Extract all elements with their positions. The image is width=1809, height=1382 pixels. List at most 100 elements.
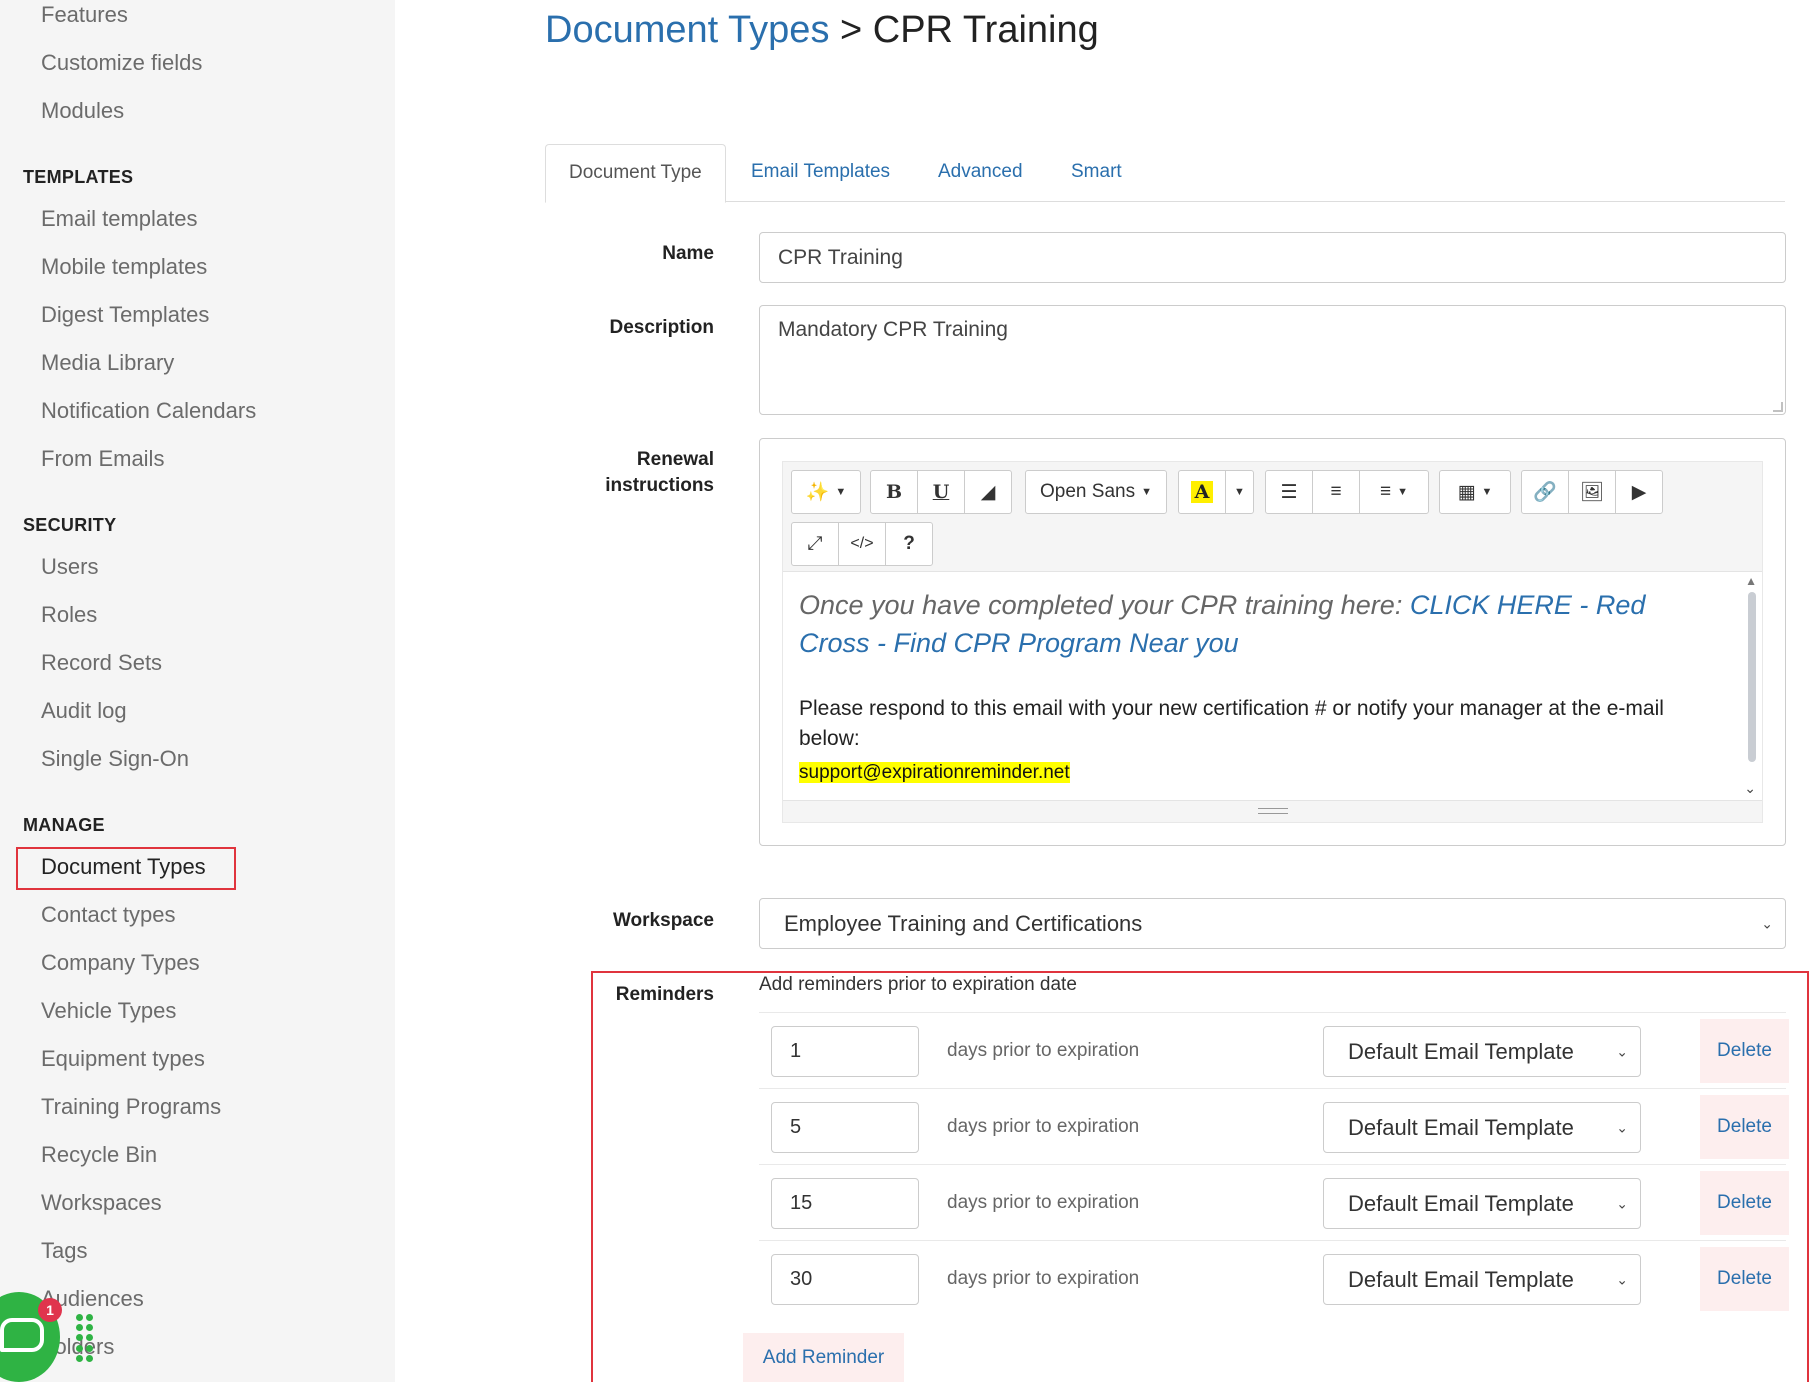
scroll-down-icon[interactable]: ⌄ [1744, 780, 1756, 797]
highlight-color-icon: A [1190, 481, 1214, 503]
sidebar-item-record-sets[interactable]: Record Sets [41, 649, 162, 677]
name-input[interactable]: CPR Training [759, 232, 1786, 283]
sidebar-item-media-library[interactable]: Media Library [41, 349, 174, 377]
sidebar-item-mobile-templates[interactable]: Mobile templates [41, 253, 207, 281]
bullet-list-icon: ☰ [1280, 481, 1298, 503]
description-textarea[interactable]: Mandatory CPR Training [759, 305, 1786, 415]
reminder-days-text-2: days prior to expiration [947, 1116, 1140, 1137]
sidebar-item-modules[interactable]: Modules [41, 97, 124, 125]
code-view-button[interactable]: </> [838, 522, 886, 566]
sidebar-item-training-programs[interactable]: Training Programs [41, 1093, 221, 1121]
sidebar-item-features[interactable]: Features [41, 1, 128, 29]
chat-bubble-icon [0, 1318, 44, 1352]
resize-handle-icon[interactable] [1773, 402, 1783, 412]
font-family-value: Open Sans [1040, 481, 1136, 502]
sidebar-item-notification-calendars[interactable]: Notification Calendars [41, 397, 256, 425]
rich-text-editor: ✨ ▼ B U ◢ Open Sans ▼ A ▼ ☰ ≡ ≡ ▼ ▦ ▼ 🔗 … [782, 461, 1763, 823]
sidebar-item-from-emails[interactable]: From Emails [41, 445, 164, 473]
sidebar-item-vehicle-types[interactable]: Vehicle Types [41, 997, 176, 1025]
sidebar-item-roles[interactable]: Roles [41, 601, 97, 629]
reminder-divider [759, 1012, 1786, 1013]
sidebar-item-company-types[interactable]: Company Types [41, 949, 200, 977]
reminder-days-input-4[interactable]: 30 [771, 1254, 919, 1305]
sidebar-item-digest-templates[interactable]: Digest Templates [41, 301, 209, 329]
reminder-delete-button-2[interactable]: Delete [1700, 1095, 1789, 1159]
reminder-template-select-1[interactable]: Default Email Template ⌄ [1323, 1026, 1641, 1077]
sidebar-item-document-types[interactable]: Document Types [41, 853, 206, 881]
reminder-template-value-3: Default Email Template [1348, 1190, 1574, 1216]
reminder-delete-button-3[interactable]: Delete [1700, 1171, 1789, 1235]
reminder-delete-button-4[interactable]: Delete [1700, 1247, 1789, 1311]
tab-email-templates[interactable]: Email Templates [751, 144, 890, 202]
sidebar-item-users[interactable]: Users [41, 553, 98, 581]
reminder-days-input-3[interactable]: 15 [771, 1178, 919, 1229]
table-dropdown-button[interactable]: ▦ ▼ [1439, 470, 1511, 514]
chevron-down-icon: ⌄ [1616, 1195, 1628, 1211]
resize-handle-icon [1258, 808, 1288, 814]
reminder-days-input-2[interactable]: 5 [771, 1102, 919, 1153]
code-icon: </> [850, 535, 874, 552]
renewal-label: Renewal instructions [514, 447, 714, 499]
sidebar-item-recycle-bin[interactable]: Recycle Bin [41, 1141, 157, 1169]
sidebar-item-single-sign-on[interactable]: Single Sign-On [41, 745, 189, 773]
sidebar-item-email-templates[interactable]: Email templates [41, 205, 198, 233]
reminder-days-text-4: days prior to expiration [947, 1268, 1140, 1289]
tab-bar: Document Type Email Templates Advanced S… [545, 144, 1785, 203]
color-dropdown-button[interactable]: ▼ [1225, 470, 1254, 514]
scroll-up-icon[interactable]: ▲ [1745, 574, 1757, 588]
page-title: Document Types > CPR Training [545, 5, 1099, 55]
tab-smart[interactable]: Smart [1071, 144, 1122, 202]
reminders-subtitle: Add reminders prior to expiration date [759, 974, 1077, 995]
sidebar-item-contact-types[interactable]: Contact types [41, 901, 176, 929]
name-label: Name [662, 243, 714, 264]
reminder-divider [759, 1164, 1786, 1165]
drag-grip-icon[interactable] [76, 1314, 93, 1362]
renewal-label-line2: instructions [605, 475, 714, 496]
paragraph-align-dropdown[interactable]: ≡ ▼ [1359, 470, 1429, 514]
description-text: Mandatory CPR Training [778, 318, 1008, 341]
reminder-template-select-4[interactable]: Default Email Template ⌄ [1323, 1254, 1641, 1305]
editor-intro-text: Once you have completed your CPR trainin… [799, 590, 1410, 620]
link-icon: 🔗 [1533, 482, 1557, 503]
chevron-down-icon: ⌄ [1616, 1271, 1628, 1287]
editor-resize-bar[interactable] [783, 800, 1762, 822]
sidebar-item-audit-log[interactable]: Audit log [41, 697, 127, 725]
workspace-select[interactable]: Employee Training and Certifications ⌄ [759, 898, 1786, 949]
help-button[interactable]: ? [885, 522, 933, 566]
fullscreen-button[interactable]: ⤢ [791, 522, 839, 566]
editor-scrollbar[interactable] [1748, 592, 1756, 762]
tab-advanced[interactable]: Advanced [938, 144, 1023, 202]
reminder-template-select-2[interactable]: Default Email Template ⌄ [1323, 1102, 1641, 1153]
renewal-instructions-editor: ✨ ▼ B U ◢ Open Sans ▼ A ▼ ☰ ≡ ≡ ▼ ▦ ▼ 🔗 … [759, 438, 1786, 846]
insert-link-button[interactable]: 🔗 [1521, 470, 1569, 514]
insert-video-button[interactable]: ▶ [1615, 470, 1663, 514]
editor-content-area[interactable]: Once you have completed your CPR trainin… [783, 572, 1762, 802]
bullet-list-button[interactable]: ☰ [1265, 470, 1313, 514]
reminder-days-input-1[interactable]: 1 [771, 1026, 919, 1077]
magic-wand-style-button[interactable]: ✨ ▼ [791, 470, 861, 514]
sidebar-item-tags[interactable]: Tags [41, 1237, 87, 1265]
eraser-button[interactable]: ◢ [964, 470, 1012, 514]
tab-document-type[interactable]: Document Type [545, 144, 726, 203]
sidebar-item-customize-fields[interactable]: Customize fields [41, 49, 202, 77]
page-title-text: CPR Training [872, 9, 1099, 51]
magic-wand-icon: ✨ [805, 482, 830, 503]
add-reminder-button[interactable]: Add Reminder [743, 1333, 904, 1382]
font-family-dropdown[interactable]: Open Sans ▼ [1025, 470, 1167, 514]
breadcrumb-document-types[interactable]: Document Types [545, 9, 829, 51]
bold-button[interactable]: B [870, 470, 918, 514]
reminder-template-select-3[interactable]: Default Email Template ⌄ [1323, 1178, 1641, 1229]
sidebar-item-equipment-types[interactable]: Equipment types [41, 1045, 205, 1073]
underline-button[interactable]: U [917, 470, 965, 514]
reminder-delete-button-1[interactable]: Delete [1700, 1019, 1789, 1083]
numbered-list-button[interactable]: ≡ [1312, 470, 1360, 514]
reminder-template-value-1: Default Email Template [1348, 1038, 1574, 1064]
sidebar-item-workspaces[interactable]: Workspaces [41, 1189, 162, 1217]
chevron-down-icon: ⌄ [1761, 915, 1773, 931]
highlight-color-button[interactable]: A [1178, 470, 1226, 514]
insert-image-button[interactable]: 🖼 [1568, 470, 1616, 514]
sidebar-heading-security: SECURITY [23, 515, 117, 535]
support-email-highlight: support@expirationreminder.net [799, 762, 1070, 783]
workspace-label: Workspace [612, 910, 714, 931]
reminder-divider [759, 1088, 1786, 1089]
